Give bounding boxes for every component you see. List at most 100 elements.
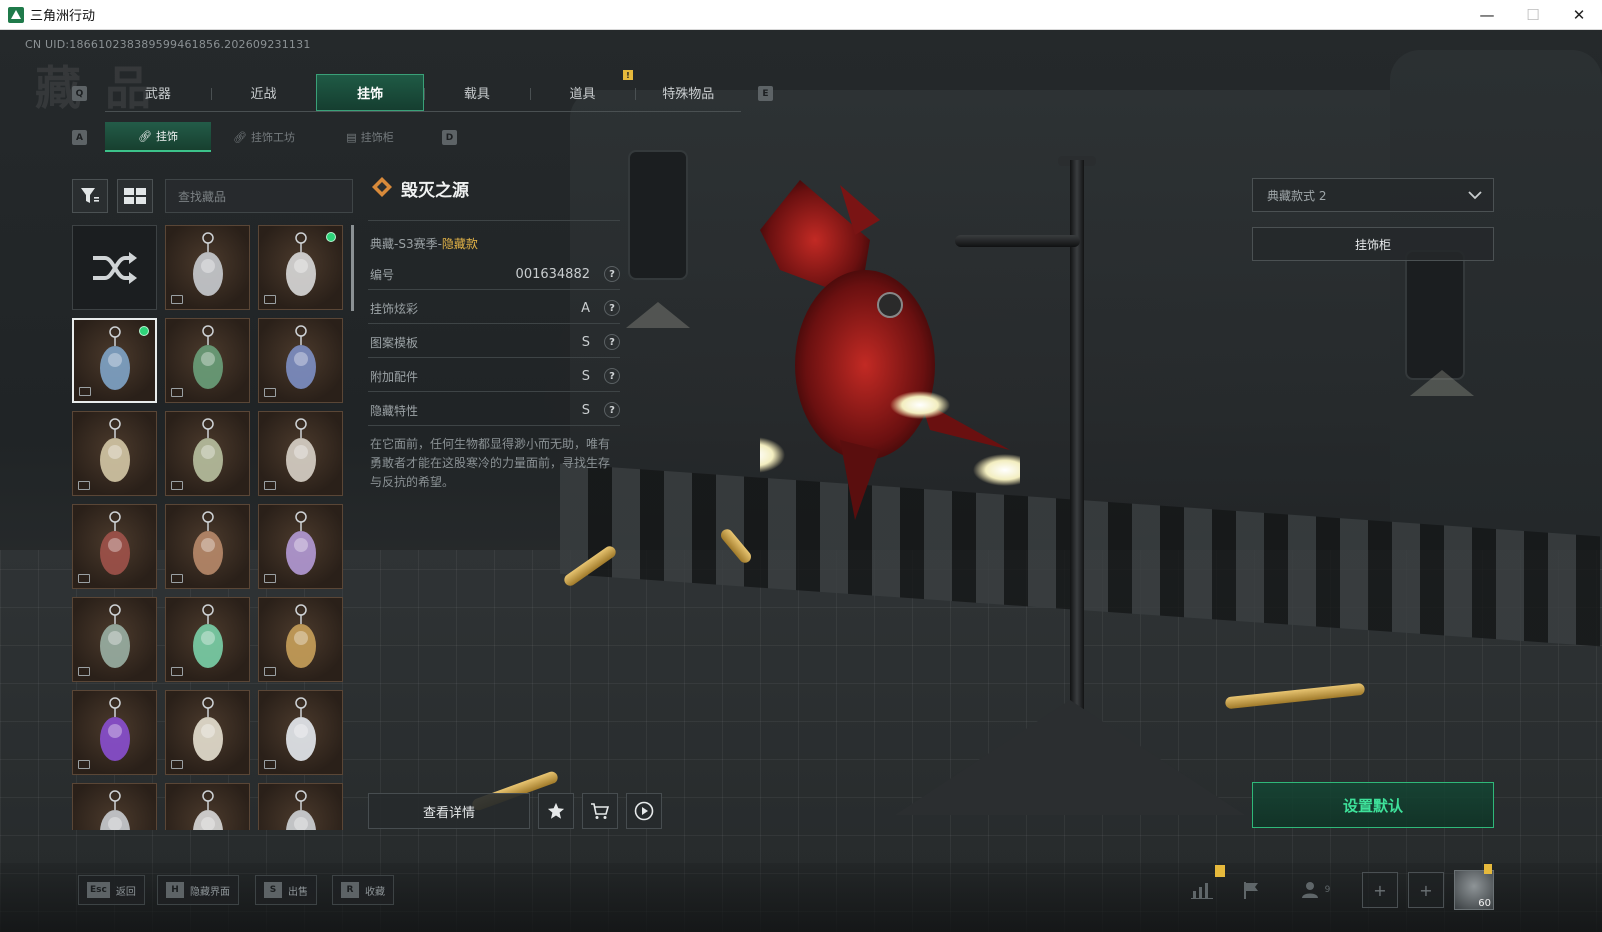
window-controls: — ☐ ✕ [1464, 0, 1602, 30]
app-logo-icon [8, 6, 24, 23]
hotkey-hide-ui[interactable]: H 隐藏界面 [157, 875, 239, 905]
charm-thumbnail [183, 325, 233, 401]
charm-grid-item[interactable] [258, 411, 343, 496]
cabinet-icon: ▤ [346, 130, 357, 144]
window-title: 三角洲行动 [30, 9, 96, 24]
subtab-charm-cabinet[interactable]: ▤ 挂饰柜 [317, 122, 423, 152]
missions-button[interactable] [1234, 875, 1270, 905]
charm-grid-item[interactable] [72, 783, 157, 830]
charm-grid-item[interactable] [165, 225, 250, 310]
attr-value: 001634882 [515, 266, 590, 282]
shop-button[interactable] [582, 793, 618, 829]
style-select[interactable]: 典藏款式 2 [1252, 178, 1494, 212]
charm-hook-icon: 🔗︎ [233, 130, 247, 144]
image-icon [171, 667, 183, 676]
stats-button[interactable] [1184, 875, 1220, 905]
shuffle-button[interactable] [72, 225, 157, 310]
attr-label: 挂饰炫彩 [370, 301, 419, 316]
help-icon[interactable]: ? [604, 266, 620, 282]
attr-row-attachment: 附加配件 S ? [370, 365, 620, 387]
featured-charm-preview[interactable] [760, 180, 1020, 520]
player-avatar[interactable]: 60 [1454, 870, 1494, 910]
charm-grid-item[interactable] [258, 783, 343, 830]
help-icon[interactable]: ? [604, 402, 620, 418]
charm-grid-item[interactable] [165, 318, 250, 403]
charm-grid-item[interactable] [165, 783, 250, 830]
image-icon [264, 481, 276, 490]
tab-melee[interactable]: 近战 [210, 74, 317, 111]
charm-thumbnail [276, 232, 326, 308]
charm-grid-item[interactable] [258, 318, 343, 403]
charm-grid-item[interactable] [258, 225, 343, 310]
charm-grid-item[interactable] [72, 318, 157, 403]
tab-vehicles[interactable]: 载具 [424, 74, 530, 111]
subtab-charms[interactable]: 🔗︎ 挂饰 [105, 122, 211, 152]
charm-thumbnail [183, 418, 233, 494]
hidden-edition-tag: 隐藏款 [441, 237, 478, 251]
charm-grid-item[interactable] [258, 504, 343, 589]
search-input[interactable]: 查找藏品 [165, 179, 353, 213]
charm-grid-item[interactable] [258, 597, 343, 682]
preview-animation-button[interactable] [626, 793, 662, 829]
charm-grid-item[interactable] [72, 690, 157, 775]
charm-thumbnail [276, 790, 326, 830]
charm-thumbnail [276, 325, 326, 401]
divider [368, 323, 620, 324]
charm-thumbnail [90, 326, 140, 402]
hotkey-label: 返回 [115, 886, 136, 898]
charm-thumbnail [183, 790, 233, 830]
image-icon [79, 387, 91, 396]
charm-grid-item[interactable] [165, 411, 250, 496]
set-default-button[interactable]: 设置默认 [1252, 782, 1494, 828]
image-icon [264, 295, 276, 304]
charm-grid-item[interactable] [165, 504, 250, 589]
key-hint-next-subtab: D [442, 130, 457, 145]
view-details-button[interactable]: 查看详情 [368, 793, 530, 829]
filter-button[interactable] [72, 179, 108, 213]
charm-grid-item[interactable] [72, 411, 157, 496]
divider [368, 289, 620, 290]
charm-grid-item[interactable] [165, 690, 250, 775]
attr-row-color: 挂饰炫彩 A ? [370, 297, 620, 319]
case-chevron-decoration [1410, 370, 1474, 396]
help-icon[interactable]: ? [604, 334, 620, 350]
divider [368, 357, 620, 358]
tab-weapons[interactable]: 武器 [105, 74, 211, 111]
image-icon [171, 574, 183, 583]
rarity-diamond-icon [372, 177, 392, 197]
charm-grid-item[interactable] [165, 597, 250, 682]
attr-value: S [581, 334, 590, 350]
charm-thumbnail [276, 697, 326, 773]
hotkey-back[interactable]: Esc 返回 [78, 875, 145, 905]
friends-icon [1301, 882, 1318, 898]
tab-special-items[interactable]: 特殊物品 [635, 74, 741, 111]
close-button[interactable]: ✕ [1556, 0, 1602, 30]
help-icon[interactable]: ? [604, 300, 620, 316]
chevron-down-icon [1468, 191, 1482, 200]
grid-view-button[interactable] [117, 179, 153, 213]
tab-items[interactable]: 道具 [529, 74, 636, 111]
image-icon [264, 667, 276, 676]
subtab-charm-workshop[interactable]: 🔗︎ 挂饰工坊 [211, 122, 317, 152]
maximize-button[interactable]: ☐ [1510, 0, 1556, 30]
help-icon[interactable]: ? [604, 368, 620, 384]
charm-cabinet-button[interactable]: 挂饰柜 [1252, 227, 1494, 261]
charm-grid-item[interactable] [258, 690, 343, 775]
charm-grid-item[interactable] [72, 597, 157, 682]
attr-value: A [581, 300, 590, 316]
grid-scrollbar[interactable] [351, 225, 354, 311]
tab-charms[interactable]: 挂饰 [316, 74, 425, 111]
favorite-button[interactable] [538, 793, 574, 829]
image-icon [264, 574, 276, 583]
cart-icon [591, 803, 610, 819]
hotkey-sell[interactable]: S 出售 [255, 875, 317, 905]
alert-marker [1484, 864, 1492, 874]
hotkey-favorite[interactable]: R 收藏 [332, 875, 394, 905]
key-hint-prev-tab: Q [72, 86, 87, 101]
charm-grid-item[interactable] [72, 504, 157, 589]
minimize-button[interactable]: — [1464, 0, 1510, 30]
friends-button[interactable]: 9 [1292, 875, 1340, 905]
party-slot[interactable]: + [1362, 872, 1398, 908]
subtab-label: 挂饰柜 [360, 131, 394, 144]
party-slot[interactable]: + [1408, 872, 1444, 908]
